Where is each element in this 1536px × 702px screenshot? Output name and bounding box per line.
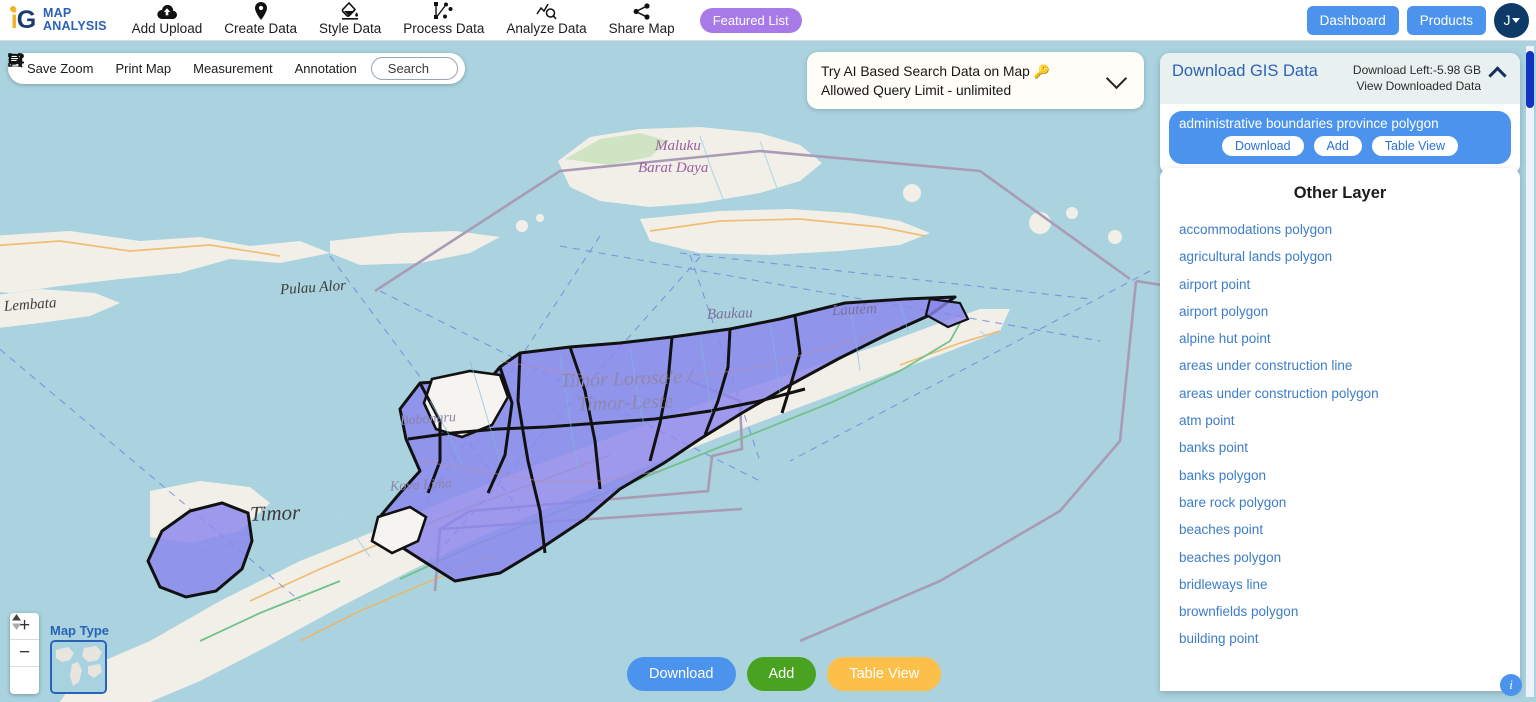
- ai-search-line2: Allowed Query Limit - unlimited: [821, 82, 1012, 98]
- layer-item-bridleways-line[interactable]: bridleways line: [1179, 571, 1520, 598]
- map-download-button[interactable]: Download: [627, 657, 736, 691]
- ai-search-text: Try AI Based Search Data on Map 🔑 Allowe…: [821, 62, 1050, 100]
- measurement-label: Measurement: [193, 61, 273, 76]
- navbar-right-group: Dashboard Products J: [1306, 2, 1536, 38]
- chevron-up-icon[interactable]: [1488, 66, 1507, 85]
- layer-item-banks-point[interactable]: banks point: [1179, 434, 1520, 461]
- selected-province-polygons: [376, 295, 957, 583]
- nav-create-data-label: Create Data: [224, 21, 298, 36]
- products-button[interactable]: Products: [1406, 5, 1486, 35]
- polygon-vertices-icon: [434, 2, 453, 20]
- other-layer-card: Other Layer accommodations polygon agric…: [1160, 168, 1520, 691]
- app-logo[interactable]: iG MAP ANALYSIS: [6, 4, 107, 36]
- print-map-label: Print Map: [115, 61, 172, 76]
- view-downloaded-data-link[interactable]: View Downloaded Data: [1353, 78, 1481, 94]
- nav-process-data[interactable]: Process Data: [392, 0, 495, 41]
- paint-bucket-icon: [340, 2, 360, 20]
- print-map-button[interactable]: Print Map: [8, 54, 178, 79]
- layer-item-beaches-point[interactable]: beaches point: [1179, 516, 1520, 543]
- nav-share-map[interactable]: Share Map: [598, 0, 686, 41]
- annotation-button[interactable]: Annotation: [9, 54, 364, 79]
- layer-item-brownfields-polygon[interactable]: brownfields polygon: [1179, 598, 1520, 625]
- download-gis-data-card: Download GIS Data Download Left:-5.98 GB…: [1160, 53, 1520, 174]
- save-zoom-label: Save Zoom: [27, 61, 94, 76]
- nav-style-data-label: Style Data: [319, 21, 382, 36]
- panel-scrollbar-thumb[interactable]: [1526, 51, 1534, 108]
- layer-item-accommodations-polygon[interactable]: accommodations polygon: [1179, 216, 1520, 243]
- zoom-out-button[interactable]: −: [10, 640, 39, 667]
- top-navbar: iG MAP ANALYSIS Add Upload Create Data S…: [0, 0, 1536, 41]
- compass-reset-button[interactable]: [10, 614, 39, 694]
- analyze-magnifier-icon: [536, 3, 557, 20]
- nav-add-upload-label: Add Upload: [131, 21, 203, 36]
- annotation-label: Annotation: [294, 61, 357, 76]
- layer-item-beaches-polygon[interactable]: beaches polygon: [1179, 544, 1520, 571]
- brand-text: MAP ANALYSIS: [43, 7, 107, 33]
- nav-analyze-data-label: Analyze Data: [506, 21, 587, 36]
- active-layer-actions: Download Add Table View: [1179, 136, 1501, 156]
- ai-search-line1-row: Try AI Based Search Data on Map 🔑: [821, 62, 1050, 81]
- gis-map-application: iG MAP ANALYSIS Add Upload Create Data S…: [0, 0, 1536, 702]
- map-search-field[interactable]: Search: [8, 53, 458, 80]
- gis-card-meta: Download Left:-5.98 GB View Downloaded D…: [1353, 62, 1481, 94]
- download-left-text: Download Left:-5.98 GB: [1352, 63, 1481, 77]
- logo-letter-g: G: [16, 5, 36, 34]
- layer-item-building-point[interactable]: building point: [1179, 625, 1520, 652]
- ai-search-line1: Try AI Based Search Data on Map: [821, 63, 1030, 79]
- panel-scrollbar-track[interactable]: [1526, 46, 1534, 697]
- map-type-thumbnail[interactable]: [50, 640, 107, 694]
- map-pin-icon: [254, 2, 268, 20]
- layer-item-areas-under-construction-line[interactable]: areas under construction line: [1179, 352, 1520, 379]
- map-add-button[interactable]: Add: [746, 657, 817, 691]
- logo-mark-icon: iG: [6, 4, 40, 36]
- other-layer-list[interactable]: accommodations polygon agricultural land…: [1160, 216, 1520, 653]
- brand-line-2: ANALYSIS: [43, 19, 107, 33]
- map-type-label: Map Type: [50, 623, 109, 638]
- layer-item-banks-polygon[interactable]: banks polygon: [1179, 462, 1520, 489]
- gis-card-body: administrative boundaries province polyg…: [1160, 104, 1520, 174]
- map-type-switcher[interactable]: Map Type: [50, 623, 109, 694]
- featured-list-button[interactable]: Featured List: [699, 7, 802, 33]
- cloud-upload-icon: [157, 3, 177, 20]
- map-table-view-button[interactable]: Table View: [827, 657, 942, 691]
- map-search-label: Search: [387, 61, 429, 76]
- layer-item-airport-point[interactable]: airport point: [1179, 271, 1520, 298]
- layer-item-atm-point[interactable]: atm point: [1179, 407, 1520, 434]
- gis-card-title: Download GIS Data: [1172, 62, 1318, 80]
- map-zoom-controls: + −: [10, 613, 39, 694]
- user-avatar-menu[interactable]: J: [1494, 2, 1529, 38]
- chevron-down-icon: [1511, 17, 1520, 23]
- map-bottom-actions: Download Add Table View: [627, 657, 942, 691]
- gis-card-header: Download GIS Data Download Left:-5.98 GB…: [1160, 53, 1520, 104]
- nav-analyze-data[interactable]: Analyze Data: [495, 0, 597, 41]
- measurement-button[interactable]: Measurement: [8, 53, 279, 79]
- nav-style-data[interactable]: Style Data: [308, 0, 392, 41]
- dashboard-button[interactable]: Dashboard: [1306, 5, 1399, 35]
- ai-search-box[interactable]: Try AI Based Search Data on Map 🔑 Allowe…: [807, 52, 1144, 109]
- nav-create-data[interactable]: Create Data: [213, 0, 308, 41]
- layer-download-button[interactable]: Download: [1221, 136, 1304, 156]
- avatar-initial: J: [1503, 12, 1511, 28]
- active-layer-name: administrative boundaries province polyg…: [1179, 116, 1439, 131]
- share-icon: [633, 3, 651, 20]
- layer-item-agricultural-lands-polygon[interactable]: agricultural lands polygon: [1179, 243, 1520, 270]
- active-layer-chip: administrative boundaries province polyg…: [1169, 111, 1511, 164]
- layer-item-areas-under-construction-polygon[interactable]: areas under construction polygon: [1179, 380, 1520, 407]
- nav-add-upload[interactable]: Add Upload: [121, 0, 214, 41]
- chevron-down-icon[interactable]: [1105, 67, 1128, 89]
- map-toolbar: Save Zoom Print Map Measurement Annotati…: [8, 53, 465, 84]
- layer-item-alpine-hut-point[interactable]: alpine hut point: [1179, 325, 1520, 352]
- key-icon: 🔑: [1033, 63, 1050, 79]
- layer-item-airport-polygon[interactable]: airport polygon: [1179, 298, 1520, 325]
- right-side-panel: Download GIS Data Download Left:-5.98 GB…: [1160, 41, 1536, 702]
- nav-process-data-label: Process Data: [403, 21, 485, 36]
- other-layer-title: Other Layer: [1293, 184, 1387, 202]
- info-button[interactable]: i: [1500, 674, 1522, 696]
- layer-table-view-button[interactable]: Table View: [1371, 136, 1459, 156]
- nav-share-map-label: Share Map: [608, 21, 675, 36]
- save-zoom-button[interactable]: Save Zoom: [8, 53, 100, 79]
- layer-add-button[interactable]: Add: [1313, 136, 1362, 156]
- layer-item-bare-rock-polygon[interactable]: bare rock polygon: [1179, 489, 1520, 516]
